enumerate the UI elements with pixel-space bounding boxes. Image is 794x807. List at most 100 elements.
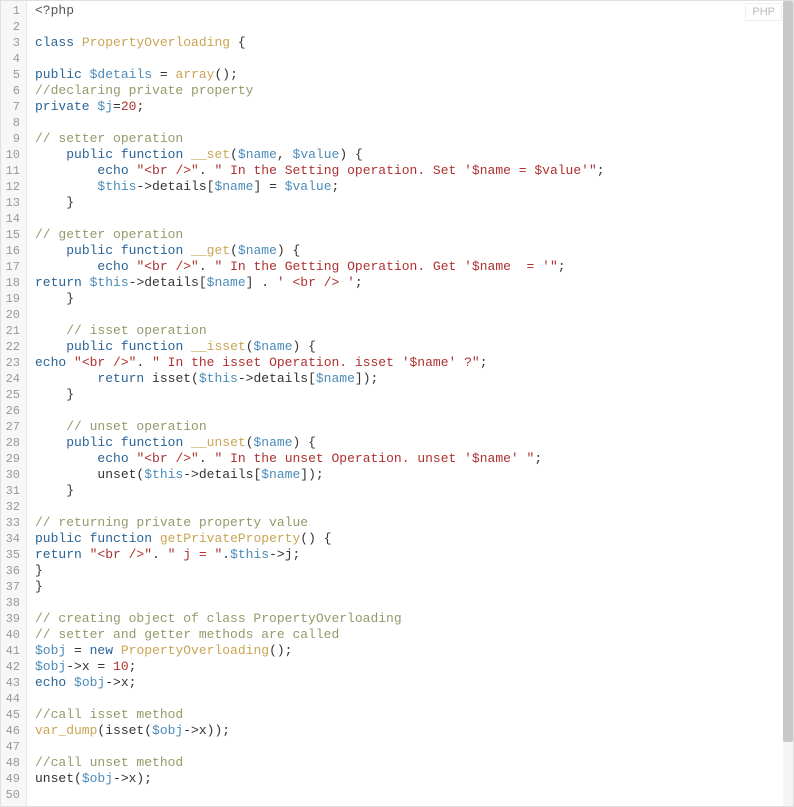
code-line <box>35 211 793 227</box>
line-number: 35 <box>5 547 20 563</box>
code-line: } <box>35 579 793 595</box>
scrollbar-thumb[interactable] <box>783 1 793 742</box>
line-number: 32 <box>5 499 20 515</box>
line-number-gutter: 1234567891011121314151617181920212223242… <box>1 1 27 806</box>
vertical-scrollbar[interactable] <box>783 1 793 806</box>
code-editor: 1234567891011121314151617181920212223242… <box>0 0 794 807</box>
line-number: 19 <box>5 291 20 307</box>
code-line: unset($this->details[$name]); <box>35 467 793 483</box>
code-line: } <box>35 195 793 211</box>
line-number: 49 <box>5 771 20 787</box>
code-line: echo "<br />". " In the unset Operation.… <box>35 451 793 467</box>
line-number: 37 <box>5 579 20 595</box>
code-line: echo $obj->x; <box>35 675 793 691</box>
line-number: 21 <box>5 323 20 339</box>
code-line: // setter and getter methods are called <box>35 627 793 643</box>
line-number: 31 <box>5 483 20 499</box>
code-line <box>35 499 793 515</box>
line-number: 26 <box>5 403 20 419</box>
code-line <box>35 19 793 35</box>
line-number: 10 <box>5 147 20 163</box>
code-line: public function __unset($name) { <box>35 435 793 451</box>
line-number: 17 <box>5 259 20 275</box>
line-number: 16 <box>5 243 20 259</box>
code-line: var_dump(isset($obj->x)); <box>35 723 793 739</box>
code-line: //call isset method <box>35 707 793 723</box>
line-number: 39 <box>5 611 20 627</box>
code-line: <?php <box>35 3 793 19</box>
line-number: 30 <box>5 467 20 483</box>
line-number: 9 <box>5 131 20 147</box>
code-line <box>35 307 793 323</box>
code-line: // getter operation <box>35 227 793 243</box>
line-number: 13 <box>5 195 20 211</box>
code-line: class PropertyOverloading { <box>35 35 793 51</box>
line-number: 43 <box>5 675 20 691</box>
line-number: 40 <box>5 627 20 643</box>
line-number: 5 <box>5 67 20 83</box>
line-number: 25 <box>5 387 20 403</box>
code-line <box>35 403 793 419</box>
code-line: public function __get($name) { <box>35 243 793 259</box>
code-line: echo "<br />". " In the Getting Operatio… <box>35 259 793 275</box>
line-number: 33 <box>5 515 20 531</box>
code-line: $obj = new PropertyOverloading(); <box>35 643 793 659</box>
code-line: return $this->details[$name] . ' <br /> … <box>35 275 793 291</box>
line-number: 38 <box>5 595 20 611</box>
code-line <box>35 51 793 67</box>
code-line: //declaring private property <box>35 83 793 99</box>
code-line: // isset operation <box>35 323 793 339</box>
code-line: $obj->x = 10; <box>35 659 793 675</box>
line-number: 4 <box>5 51 20 67</box>
code-line: // returning private property value <box>35 515 793 531</box>
line-number: 20 <box>5 307 20 323</box>
code-line <box>35 115 793 131</box>
code-line: public function getPrivateProperty() { <box>35 531 793 547</box>
line-number: 28 <box>5 435 20 451</box>
line-number: 47 <box>5 739 20 755</box>
code-line: //call unset method <box>35 755 793 771</box>
line-number: 1 <box>5 3 20 19</box>
line-number: 48 <box>5 755 20 771</box>
line-number: 7 <box>5 99 20 115</box>
line-number: 18 <box>5 275 20 291</box>
code-line: // unset operation <box>35 419 793 435</box>
code-line <box>35 739 793 755</box>
code-line: // setter operation <box>35 131 793 147</box>
line-number: 46 <box>5 723 20 739</box>
code-line: private $j=20; <box>35 99 793 115</box>
line-number: 45 <box>5 707 20 723</box>
code-area[interactable]: <?php class PropertyOverloading { public $… <box>27 1 793 806</box>
code-line: public $details = array(); <box>35 67 793 83</box>
line-number: 44 <box>5 691 20 707</box>
line-number: 29 <box>5 451 20 467</box>
code-line <box>35 595 793 611</box>
code-line: $this->details[$name] = $value; <box>35 179 793 195</box>
line-number: 42 <box>5 659 20 675</box>
line-number: 23 <box>5 355 20 371</box>
line-number: 3 <box>5 35 20 51</box>
line-number: 12 <box>5 179 20 195</box>
code-line: // creating object of class PropertyOver… <box>35 611 793 627</box>
code-line: echo "<br />". " In the Setting operatio… <box>35 163 793 179</box>
code-line: unset($obj->x); <box>35 771 793 787</box>
line-number: 50 <box>5 787 20 803</box>
code-line: } <box>35 563 793 579</box>
line-number: 36 <box>5 563 20 579</box>
line-number: 41 <box>5 643 20 659</box>
line-number: 11 <box>5 163 20 179</box>
line-number: 14 <box>5 211 20 227</box>
line-number: 22 <box>5 339 20 355</box>
language-badge: PHP <box>745 3 782 21</box>
code-line <box>35 787 793 803</box>
line-number: 27 <box>5 419 20 435</box>
code-line <box>35 691 793 707</box>
line-number: 15 <box>5 227 20 243</box>
code-line: } <box>35 291 793 307</box>
code-line: public function __isset($name) { <box>35 339 793 355</box>
code-line: public function __set($name, $value) { <box>35 147 793 163</box>
code-line: } <box>35 483 793 499</box>
line-number: 24 <box>5 371 20 387</box>
code-line: echo "<br />". " In the isset Operation.… <box>35 355 793 371</box>
code-line: return "<br />". " j = ".$this->j; <box>35 547 793 563</box>
